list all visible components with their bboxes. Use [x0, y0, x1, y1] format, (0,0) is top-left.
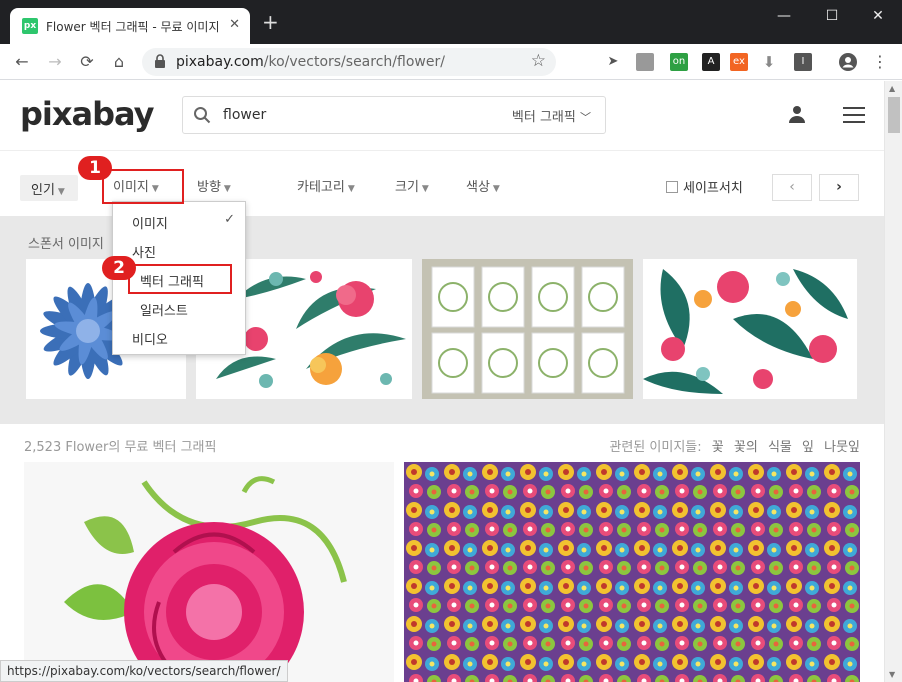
dropdown-item-images[interactable]: 이미지: [132, 213, 168, 232]
page-scrollbar[interactable]: ▲ ▼: [884, 81, 902, 682]
search-input[interactable]: flower: [223, 107, 266, 123]
scroll-down-icon[interactable]: ▼: [889, 670, 895, 679]
prev-page-button[interactable]: ‹: [772, 174, 812, 201]
filter-orientation[interactable]: 방향 ▼: [197, 176, 231, 195]
browser-titlebar: px Flower 벡터 그래픽 - 무료 이미지 ✕ + — ☐ ✕: [0, 0, 902, 44]
a-extension-icon[interactable]: A: [702, 53, 720, 71]
search-box[interactable]: flower 벡터 그래픽 ﹀: [182, 96, 606, 134]
next-page-button[interactable]: ›: [819, 174, 859, 201]
check-icon: ✓: [224, 212, 235, 227]
pixabay-logo[interactable]: pixabay: [20, 95, 154, 133]
chevron-down-icon: ﹀: [580, 111, 591, 124]
filter-size[interactable]: 크기 ▼: [395, 176, 429, 195]
sponsored-image-wedding-cards[interactable]: [422, 259, 633, 399]
related-tag[interactable]: 꽃: [712, 440, 724, 455]
dropdown-item-illustrations[interactable]: 일러스트: [140, 300, 188, 319]
lock-icon: [155, 54, 165, 68]
filter-popular[interactable]: 인기 ▼: [20, 175, 78, 201]
annotation-box-vectors-item: [128, 264, 232, 294]
home-icon[interactable]: ⌂: [108, 51, 130, 73]
search-type-select[interactable]: 벡터 그래픽 ﹀: [512, 106, 591, 125]
scroll-thumb[interactable]: [888, 97, 900, 133]
tab-title: Flower 벡터 그래픽 - 무료 이미지: [46, 20, 220, 34]
related-tag[interactable]: 식물: [768, 440, 792, 455]
annotation-badge-2: 2: [102, 256, 136, 280]
pixabay-favicon-icon: px: [22, 18, 38, 34]
filter-category[interactable]: 카테고리 ▼: [297, 176, 355, 195]
related-tag[interactable]: 나뭇잎: [824, 440, 860, 455]
wedding-cards-illustration: [431, 266, 625, 394]
forward-arrow-icon[interactable]: →: [44, 51, 66, 73]
cursor-extension-icon[interactable]: ➤: [604, 53, 622, 71]
dropdown-item-videos[interactable]: 비디오: [132, 329, 168, 348]
sponsored-image-tropical[interactable]: [643, 259, 857, 399]
url-text: pixabay.com/ko/vectors/search/flower/: [176, 54, 445, 70]
browser-toolbar: ← → ⟳ ⌂ pixabay.com/ko/vectors/search/fl…: [0, 44, 902, 80]
rose-illustration: [64, 476, 347, 682]
results-count: 2,523 Flower의 무료 벡터 그래픽: [24, 440, 217, 455]
related-tags: 관련된 이미지들: 꽃 꽃의 식물 잎 나뭇잎: [609, 436, 860, 455]
dropdown-item-photos[interactable]: 사진: [132, 242, 156, 261]
address-bar[interactable]: pixabay.com/ko/vectors/search/flower/ ☆: [142, 48, 556, 76]
result-image-rose[interactable]: [24, 462, 394, 682]
hamburger-menu-icon[interactable]: [843, 106, 865, 124]
scroll-up-icon[interactable]: ▲: [889, 84, 895, 93]
tropical-illustration: [643, 269, 848, 394]
annotation-badge-1: 1: [78, 156, 112, 180]
download-extension-icon[interactable]: ⬇: [760, 53, 778, 71]
result-image-colorful-flowers[interactable]: [404, 462, 860, 682]
back-arrow-icon[interactable]: ←: [11, 51, 33, 73]
search-icon[interactable]: [193, 106, 211, 124]
tab-close-icon[interactable]: ✕: [229, 17, 240, 32]
folder-extension-icon[interactable]: [636, 53, 654, 71]
annotation-box-images-filter: [102, 169, 184, 204]
user-icon[interactable]: [788, 105, 806, 123]
related-tag[interactable]: 잎: [802, 440, 814, 455]
bookmark-star-icon[interactable]: ☆: [531, 51, 546, 71]
chrome-menu-icon[interactable]: ⋮: [872, 52, 888, 71]
minimize-icon[interactable]: —: [770, 6, 798, 26]
reload-icon[interactable]: ⟳: [76, 51, 98, 73]
maximize-icon[interactable]: ☐: [818, 6, 846, 26]
ex-extension-icon[interactable]: ex: [730, 53, 748, 71]
i-extension-icon[interactable]: I: [794, 53, 812, 71]
sponsored-label: 스폰서 이미지: [28, 237, 104, 252]
related-label: 관련된 이미지들:: [609, 440, 702, 455]
close-window-icon[interactable]: ✕: [864, 6, 892, 26]
profile-icon[interactable]: [838, 52, 858, 72]
status-bar-url: https://pixabay.com/ko/vectors/search/fl…: [0, 660, 288, 682]
browser-tab[interactable]: px Flower 벡터 그래픽 - 무료 이미지 ✕: [10, 8, 250, 44]
related-tag[interactable]: 꽃의: [734, 440, 758, 455]
checkbox[interactable]: [666, 181, 678, 193]
colorful-flowers-pattern: [404, 462, 860, 682]
new-tab-icon[interactable]: +: [262, 12, 279, 32]
safe-search-checkbox[interactable]: 세이프서치: [666, 177, 743, 196]
on-extension-icon[interactable]: on: [670, 53, 688, 71]
filter-color[interactable]: 색상 ▼: [466, 176, 500, 195]
